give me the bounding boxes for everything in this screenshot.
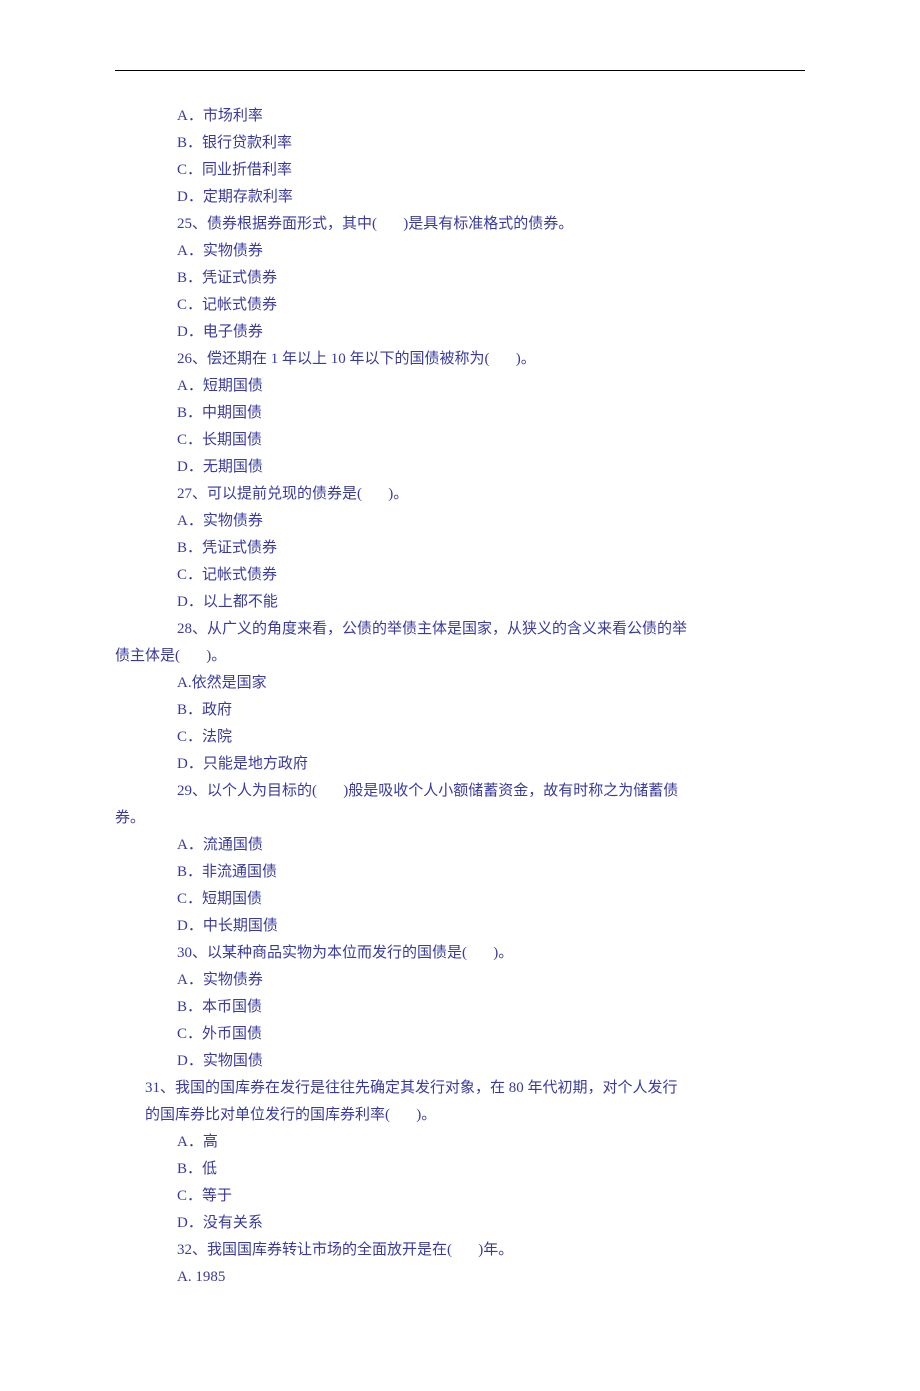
text-line: B．本币国债 (115, 994, 805, 1021)
text-line: 27、可以提前兑现的债券是( )。 (115, 481, 805, 508)
top-divider (115, 70, 805, 71)
text-line: D．定期存款利率 (115, 184, 805, 211)
text-line: A．实物债券 (115, 238, 805, 265)
text-line: D．无期国债 (115, 454, 805, 481)
text-line: C．法院 (115, 724, 805, 751)
text-line: C．短期国债 (115, 886, 805, 913)
text-line: A．高 (115, 1129, 805, 1156)
text-line: A．实物债券 (115, 967, 805, 994)
text-line: 31、我国的国库券在发行是往往先确定其发行对象，在 80 年代初期，对个人发行 (115, 1075, 805, 1102)
text-line: B．低 (115, 1156, 805, 1183)
text-line: B．凭证式债券 (115, 265, 805, 292)
text-line: 券。 (115, 805, 805, 832)
text-line: B．银行贷款利率 (115, 130, 805, 157)
text-line: 债主体是( )。 (115, 643, 805, 670)
text-line: 的国库券比对单位发行的国库券利率( )。 (115, 1102, 805, 1129)
text-line: C．记帐式债券 (115, 562, 805, 589)
text-line: 28、从广义的角度来看，公债的举债主体是国家，从狭义的含义来看公债的举 (115, 616, 805, 643)
text-line: 26、偿还期在 1 年以上 10 年以下的国债被称为( )。 (115, 346, 805, 373)
document-content: A．市场利率B．银行贷款利率C．同业折借利率D．定期存款利率25、债券根据券面形… (115, 103, 805, 1291)
text-line: A．短期国债 (115, 373, 805, 400)
text-line: D．中长期国债 (115, 913, 805, 940)
text-line: A．流通国债 (115, 832, 805, 859)
text-line: A．实物债券 (115, 508, 805, 535)
text-line: A.依然是国家 (115, 670, 805, 697)
text-line: B．凭证式债券 (115, 535, 805, 562)
text-line: C．等于 (115, 1183, 805, 1210)
text-line: C．同业折借利率 (115, 157, 805, 184)
text-line: B．政府 (115, 697, 805, 724)
text-line: A. 1985 (115, 1264, 805, 1291)
text-line: A．市场利率 (115, 103, 805, 130)
text-line: B．非流通国债 (115, 859, 805, 886)
text-line: C．长期国债 (115, 427, 805, 454)
text-line: D．以上都不能 (115, 589, 805, 616)
text-line: C．外币国债 (115, 1021, 805, 1048)
text-line: D．电子债券 (115, 319, 805, 346)
document-page: A．市场利率B．银行贷款利率C．同业折借利率D．定期存款利率25、债券根据券面形… (0, 0, 920, 1391)
text-line: 30、以某种商品实物为本位而发行的国债是( )。 (115, 940, 805, 967)
text-line: C．记帐式债券 (115, 292, 805, 319)
text-line: D．实物国债 (115, 1048, 805, 1075)
text-line: 25、债券根据券面形式，其中( )是具有标准格式的债券。 (115, 211, 805, 238)
text-line: B．中期国债 (115, 400, 805, 427)
text-line: 29、以个人为目标的( )般是吸收个人小额储蓄资金，故有时称之为储蓄债 (115, 778, 805, 805)
text-line: D．没有关系 (115, 1210, 805, 1237)
text-line: D．只能是地方政府 (115, 751, 805, 778)
text-line: 32、我国国库券转让市场的全面放开是在( )年。 (115, 1237, 805, 1264)
